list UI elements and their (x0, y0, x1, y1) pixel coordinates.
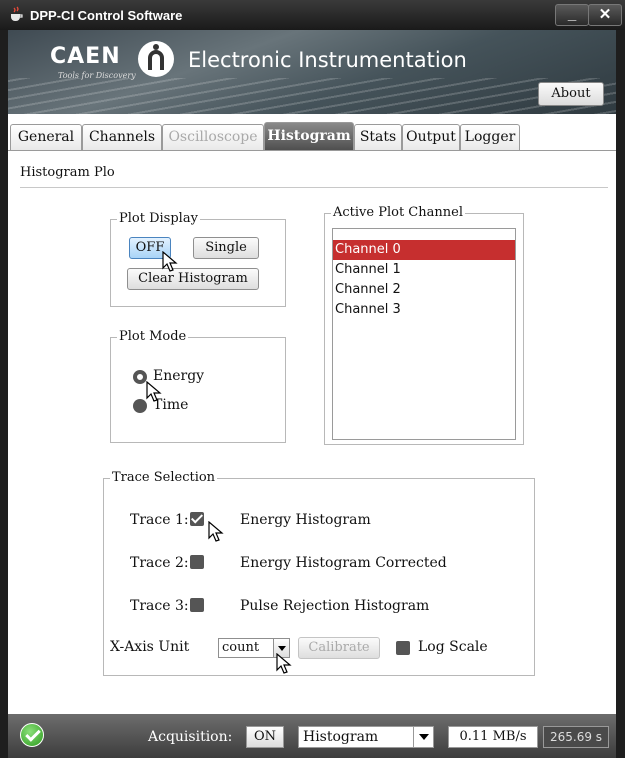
tab-channels[interactable]: Channels (82, 124, 162, 150)
plot-mode-legend: Plot Mode (117, 329, 189, 344)
channel-item-2[interactable]: Channel 2 (333, 280, 515, 300)
time-radio[interactable] (133, 399, 147, 413)
energy-radio[interactable] (133, 370, 147, 384)
tab-general[interactable]: General (10, 124, 82, 150)
clear-histogram-button[interactable]: Clear Histogram (127, 268, 259, 290)
status-ok-icon (20, 723, 44, 747)
trace1-checkbox[interactable] (190, 512, 204, 526)
xaxis-unit-value: count (222, 640, 260, 655)
plot-mode-group: Plot Mode Energy Time (110, 329, 286, 443)
histogram-panel: Histogram Plo Plot Display OFF Single Cl… (8, 150, 616, 714)
tab-logger[interactable]: Logger (460, 124, 520, 150)
active-channel-legend: Active Plot Channel (331, 205, 465, 220)
log-scale-label: Log Scale (418, 639, 488, 655)
brand-banner: CAEN Tools for Discovery Electronic Inst… (8, 30, 616, 114)
active-channel-group: Active Plot Channel Channel 0 Channel 1 … (324, 205, 524, 445)
channel-item-1[interactable]: Channel 1 (333, 260, 515, 280)
title-bar: DPP-CI Control Software _ ✕ (0, 0, 625, 30)
plot-display-group: Plot Display OFF Single Clear Histogram (110, 211, 286, 307)
xaxis-unit-label: X-Axis Unit (110, 639, 190, 655)
plot-single-button[interactable]: Single (193, 237, 259, 259)
acquisition-mode-select[interactable]: Histogram (298, 726, 434, 748)
mouse-cursor-icon (276, 653, 292, 674)
trace3-checkbox[interactable] (190, 598, 204, 612)
close-button[interactable]: ✕ (588, 4, 622, 26)
channel-list[interactable]: Channel 0 Channel 1 Channel 2 Channel 3 (332, 228, 516, 440)
banner-heading: Electronic Instrumentation (188, 48, 467, 72)
banner-decoration (8, 78, 616, 114)
plot-display-legend: Plot Display (117, 211, 200, 226)
app-window: DPP-CI Control Software _ ✕ CAEN Tools f… (0, 0, 625, 758)
window-title: DPP-CI Control Software (30, 8, 183, 23)
java-cup-icon (11, 6, 23, 21)
data-rate-readout: 0.11 MB/s (448, 726, 538, 748)
brand-tagline: Tools for Discovery (58, 71, 136, 80)
status-bar: Acquisition: ON Histogram 0.11 MB/s 265.… (8, 714, 616, 758)
trace-selection-legend: Trace Selection (110, 470, 218, 485)
trace1-label: Trace 1: (130, 512, 189, 528)
brand-logo-text: CAEN (50, 44, 121, 69)
trace3-label: Trace 3: (130, 598, 189, 614)
panel-title: Histogram Plo (20, 165, 115, 180)
tab-oscilloscope[interactable]: Oscilloscope (162, 124, 264, 150)
tab-histogram[interactable]: Histogram (264, 122, 354, 150)
tab-bar: General Channels Oscilloscope Histogram … (8, 114, 616, 150)
channel-item-0[interactable]: Channel 0 (333, 240, 515, 260)
trace2-label: Trace 2: (130, 555, 189, 571)
elapsed-time-readout: 265.69 s (543, 726, 609, 748)
acquisition-mode-value: Histogram (303, 729, 379, 745)
mouse-cursor-icon (146, 381, 162, 402)
trace-selection-group: Trace Selection Trace 1: Energy Histogra… (103, 470, 535, 676)
mouse-cursor-icon (208, 521, 224, 542)
trace3-name: Pulse Rejection Histogram (240, 598, 430, 614)
acquisition-toggle-button[interactable]: ON (246, 726, 284, 748)
about-button[interactable]: About (538, 82, 604, 106)
chevron-down-icon[interactable] (413, 727, 433, 747)
log-scale-checkbox[interactable] (396, 641, 410, 655)
tab-output[interactable]: Output (402, 124, 460, 150)
caen-logo-icon (138, 41, 174, 77)
tab-stats[interactable]: Stats (354, 124, 402, 150)
trace2-checkbox[interactable] (190, 555, 204, 569)
minimize-button[interactable]: _ (555, 4, 589, 26)
mouse-cursor-icon (162, 251, 178, 272)
panel-divider (20, 187, 608, 188)
channel-item-3[interactable]: Channel 3 (333, 300, 515, 320)
trace1-name: Energy Histogram (240, 512, 371, 528)
acquisition-label: Acquisition: (148, 729, 233, 745)
trace2-name: Energy Histogram Corrected (240, 555, 447, 571)
calibrate-button[interactable]: Calibrate (298, 637, 380, 659)
